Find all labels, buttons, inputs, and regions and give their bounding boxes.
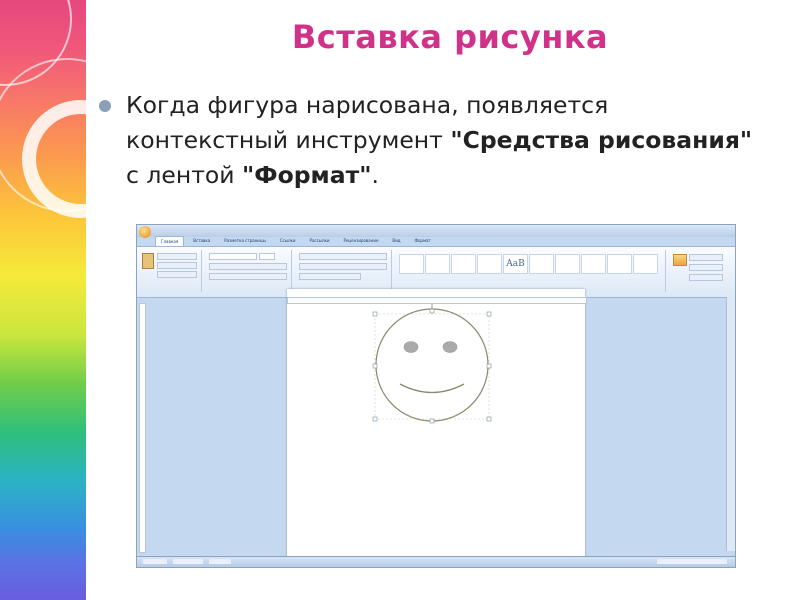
style-chip[interactable] (451, 254, 476, 274)
word-tab-7[interactable]: Формат (410, 236, 436, 246)
bullet-text: Когда фигура нарисована, появляется конт… (126, 88, 766, 193)
smile-arc-shape[interactable] (399, 383, 465, 394)
resize-handle[interactable] (429, 418, 435, 424)
ribbon-control[interactable] (157, 271, 197, 278)
paragraph-buttons[interactable] (299, 253, 387, 260)
document-page[interactable] (287, 289, 585, 567)
word-status-bar (137, 556, 735, 567)
word-tab-4[interactable]: Рассылки (305, 236, 335, 246)
resize-handle[interactable] (372, 311, 378, 317)
font-size-box[interactable] (259, 253, 275, 260)
ribbon-control[interactable] (689, 264, 723, 271)
styles-sample: AaB (506, 259, 525, 269)
ribbon-group-styles: AaB (395, 250, 666, 292)
face-circle-shape[interactable] (375, 308, 489, 422)
word-tab-1[interactable]: Вставка (188, 236, 215, 246)
ribbon-group-paragraph (295, 250, 392, 292)
vertical-ruler (139, 303, 146, 553)
rainbow-decoration (0, 0, 86, 600)
ribbon-control[interactable] (157, 262, 197, 269)
bullet-text-bold: "Формат" (242, 161, 372, 189)
status-segment[interactable] (209, 559, 231, 564)
change-styles-icon[interactable] (673, 254, 687, 266)
word-window-screenshot: Главная Вставка Разметка страницы Ссылки… (136, 224, 736, 568)
style-chip[interactable] (633, 254, 658, 274)
word-tab-5[interactable]: Рецензирование (339, 236, 384, 246)
style-chip[interactable] (399, 254, 424, 274)
bullet-text-part: с лентой (126, 161, 243, 189)
resize-handle[interactable] (429, 308, 435, 314)
right-eye-shape[interactable] (442, 341, 458, 353)
resize-handle[interactable] (486, 363, 492, 369)
office-button-icon[interactable] (139, 226, 151, 238)
ribbon-group-editing (669, 250, 727, 292)
word-ribbon-tabs: Главная Вставка Разметка страницы Ссылки… (155, 236, 436, 246)
ribbon-group-font (205, 250, 292, 292)
style-chip[interactable] (529, 254, 554, 274)
horizontal-ruler (287, 297, 587, 304)
status-segment[interactable] (173, 559, 203, 564)
style-chip[interactable] (477, 254, 502, 274)
style-chip[interactable] (425, 254, 450, 274)
selection-frame (374, 313, 490, 420)
paragraph-buttons[interactable] (299, 273, 361, 280)
resize-handle[interactable] (486, 416, 492, 422)
resize-handle[interactable] (486, 311, 492, 317)
style-chip[interactable] (555, 254, 580, 274)
ribbon-control[interactable] (157, 253, 197, 260)
word-tab-0[interactable]: Главная (155, 236, 185, 246)
paste-icon[interactable] (142, 253, 154, 269)
vertical-scrollbar[interactable] (726, 297, 735, 551)
zoom-slider[interactable] (657, 559, 727, 564)
resize-handle[interactable] (372, 363, 378, 369)
ribbon-control[interactable] (689, 274, 723, 281)
word-tab-6[interactable]: Вид (387, 236, 405, 246)
ribbon-control[interactable] (689, 254, 723, 261)
font-color-buttons[interactable] (209, 273, 287, 280)
status-segment[interactable] (143, 559, 167, 564)
ribbon-group-clipboard (139, 250, 202, 292)
bullet-dot (99, 100, 111, 112)
word-tab-2[interactable]: Разметка страницы (219, 236, 271, 246)
style-chip[interactable]: AaB (503, 254, 528, 274)
paragraph-buttons[interactable] (299, 263, 387, 270)
style-chip[interactable] (607, 254, 632, 274)
style-chip[interactable] (581, 254, 606, 274)
resize-handle[interactable] (372, 416, 378, 422)
left-eye-shape[interactable] (403, 341, 419, 353)
rainbow-edge (86, 0, 89, 600)
font-name-box[interactable] (209, 253, 257, 260)
word-tab-3[interactable]: Ссылки (275, 236, 301, 246)
font-format-buttons[interactable] (209, 263, 287, 270)
bullet-text-part: . (371, 161, 379, 189)
slide-title: Вставка рисунка (291, 18, 609, 56)
smiley-drawing (372, 299, 492, 424)
bullet-text-bold: "Средства рисования" (450, 126, 753, 154)
